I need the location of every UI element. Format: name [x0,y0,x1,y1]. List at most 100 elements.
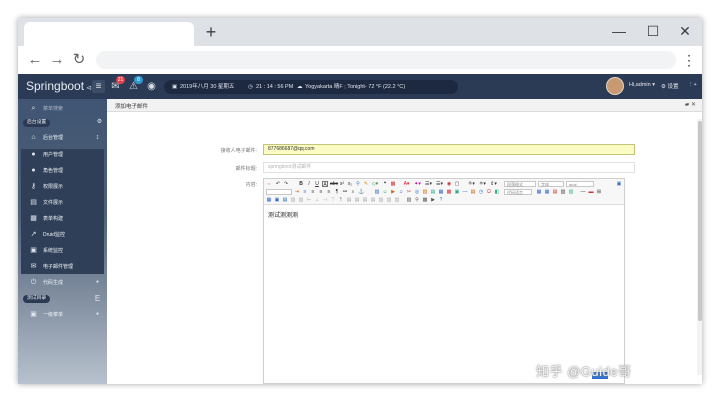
maximize-button[interactable]: ☐ [642,21,664,41]
justify-right-icon[interactable]: ≡ [318,189,324,195]
autotype-icon[interactable]: ◇▾ [371,181,379,187]
source-icon[interactable]: ⇔ [266,181,272,187]
paragraph-select[interactable]: 段落格式 [504,181,536,187]
insertcaption-icon[interactable]: ▤ [346,197,352,203]
justify-full-icon[interactable]: ≡ [326,189,332,195]
splitcells-icon[interactable]: ⊞ [596,189,602,195]
back-button[interactable]: ← [26,50,44,70]
superscript-icon[interactable]: x² [339,181,345,187]
new-tab-button[interactable]: + [202,22,220,42]
fontsize-select[interactable]: 字体 [538,181,564,187]
fontfamily-select[interactable]: arial [566,181,594,187]
background-icon[interactable]: ▣ [454,189,460,195]
blockquote-icon[interactable]: ❝ [382,181,388,187]
fullscreen-icon[interactable]: ▣ [616,181,622,187]
subscript-icon[interactable]: x₂ [347,181,353,187]
scrollbar-thumb[interactable] [698,121,702,321]
reload-button[interactable]: ↻ [70,50,88,70]
recipient-field[interactable]: 877686687@qq.com [263,144,635,155]
indent-icon[interactable]: ⇥ [294,189,300,195]
table-ops-icon[interactable]: ▥ [290,197,296,203]
music-icon[interactable]: ♫ [398,189,404,195]
print-icon[interactable]: ▦ [266,197,272,203]
avatar[interactable] [606,77,624,95]
anchor-icon[interactable]: ⚓ [358,189,364,195]
spechars-icon[interactable]: Ω [486,189,492,195]
deletetitle-icon[interactable]: ▤ [370,197,376,203]
deletecol-icon[interactable]: — [580,189,586,195]
deletetable-icon[interactable]: ▦ [544,189,550,195]
emotion-icon[interactable]: ☺ [382,189,388,195]
help-icon[interactable]: ? [438,197,444,203]
group-settings-icon[interactable]: ⚙ [96,119,103,126]
date-icon[interactable]: ▤ [470,189,476,195]
format-icon[interactable]: ⚲ [355,181,361,187]
mergecells-icon[interactable]: ▬ [588,189,594,195]
drafts-icon[interactable]: ⚲ [414,197,420,203]
menu-toggle-button[interactable]: ≡ [92,80,105,93]
strikethrough-icon[interactable]: abc [330,181,338,187]
browser-tab[interactable] [24,22,194,46]
inserttable-icon[interactable]: ▦ [536,189,542,195]
rowspacing-top-icon[interactable]: ≗▾ [467,181,476,187]
selectall-icon[interactable]: ◉ [446,181,452,187]
autotypeset-icon[interactable]: ▩ [422,197,428,203]
unordered-list-icon[interactable]: ☰▾ [435,181,444,187]
subject-field[interactable]: springboot测试邮件 [263,162,635,173]
alerts-icon[interactable]: ⚠ 8 [127,76,143,93]
justify-left-icon[interactable]: ≡ [302,189,308,195]
tab-tools[interactable]: ▰ ✕ [685,101,696,108]
code-language-select[interactable]: 代码语言 [504,189,532,195]
charts-icon[interactable]: ▥ [378,197,384,203]
search-replace-icon[interactable]: ⌕ [350,189,356,195]
insertcode-icon[interactable]: ▤ [430,189,436,195]
editor-body-text[interactable]: 测试测测测 [268,210,298,219]
minimize-button[interactable]: — [608,21,630,41]
insertcol-icon[interactable]: ▥ [568,189,574,195]
backcolor-icon[interactable]: ✦▾ [413,181,422,187]
tab-add-email[interactable]: 添加电子邮件 [115,102,148,110]
merge-down-icon[interactable]: ⊥ [314,197,320,203]
averagecols-icon[interactable]: ▥ [394,197,400,203]
browser-menu-button[interactable]: ⋮ [682,50,696,70]
snapscreen-icon[interactable]: ◧ [494,189,500,195]
bold-icon[interactable]: B [298,181,304,187]
preview-icon[interactable]: ▣ [274,197,280,203]
ordered-list-icon[interactable]: ☰▾ [424,181,433,187]
underline-icon[interactable]: U [314,181,320,187]
video-icon[interactable]: ▶ [390,189,396,195]
inserttitle-icon[interactable]: ▤ [362,197,368,203]
more-button[interactable]: ⋮+ [688,82,697,88]
scrawl-icon[interactable]: ▶ [430,197,436,203]
user-menu[interactable]: Hi,admin ▾ [629,82,655,88]
heading-select[interactable] [266,189,292,195]
rich-text-editor[interactable]: ⇔ ↶ ↷ B I U A abc x² x₂ ⚲ ✎ ◇▾ ❝ ▩ A▾ ✦▾… [263,178,625,384]
lineheight-icon[interactable]: ⇕▾ [489,181,498,187]
redo-icon[interactable]: ↷ [283,181,289,187]
border-icon[interactable]: A [322,181,328,188]
insertparagraph-icon[interactable]: ¶ [338,197,344,203]
forward-button[interactable]: → [48,50,66,70]
map-icon[interactable]: ◎ [414,189,420,195]
justify-center-icon[interactable]: ≡ [310,189,316,195]
insertframe-icon[interactable]: ▥ [422,189,428,195]
rowspacing-bottom-icon[interactable]: ≘▾ [478,181,487,187]
time-icon[interactable]: ◷ [478,189,484,195]
split-rows-icon[interactable]: ⊣ [322,197,328,203]
messages-icon[interactable]: ✉ 21 [109,76,125,93]
averagerows-icon[interactable]: ▥ [386,197,392,203]
deleterow-icon[interactable]: ▥ [560,189,566,195]
pasteplain-icon[interactable]: ▩ [390,181,396,187]
link-icon[interactable]: ⚯ [342,189,348,195]
merge-right-icon[interactable]: ⊢ [306,197,312,203]
split-cols-icon[interactable]: ⊤ [330,197,336,203]
clear-format-icon[interactable]: ✎ [363,181,369,187]
settings-button[interactable]: ⚙ 设置 [661,82,678,90]
close-window-button[interactable]: ✕ [674,21,696,41]
cleardoc-icon[interactable]: ▢ [454,181,460,187]
insertrow-icon[interactable]: ▤ [552,189,558,195]
deletecaption-icon[interactable]: ▤ [354,197,360,203]
forecolor-icon[interactable]: A▾ [402,181,411,187]
italic-icon[interactable]: I [306,181,312,187]
image-icon[interactable]: ▨ [374,189,380,195]
